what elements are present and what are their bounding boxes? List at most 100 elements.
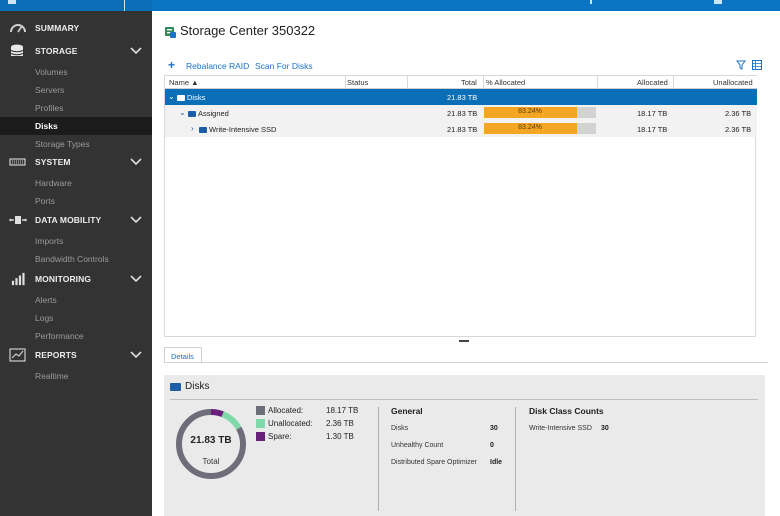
sidebar-item-label: Disks — [35, 121, 58, 131]
sidebar-item-realtime[interactable]: Realtime — [0, 367, 152, 385]
storage-center-icon — [165, 27, 176, 38]
speedometer-icon — [10, 24, 26, 33]
row-name-text: Assigned — [198, 109, 229, 118]
monitoring-icon — [11, 272, 25, 286]
general-key: Distributed Spare Optimizer — [391, 459, 477, 466]
pct-allocated-bar: 83.24% — [484, 107, 596, 118]
column-header-unallocated[interactable]: Unallocated — [713, 78, 753, 87]
sidebar-item-label: Performance — [35, 331, 84, 341]
sidebar-group-summary[interactable]: SUMMARY — [0, 17, 152, 39]
column-divider[interactable] — [597, 76, 598, 89]
sidebar-item-profiles[interactable]: Profiles — [0, 99, 152, 117]
row-unallocated: 2.36 TB — [725, 125, 752, 134]
chevron-down-icon[interactable] — [130, 348, 142, 360]
chevron-right-icon[interactable]: › — [191, 124, 194, 133]
divider — [170, 399, 758, 400]
sidebar-item-servers[interactable]: Servers — [0, 81, 152, 99]
table-row[interactable]: ⌄ Disks 21.83 TB — [165, 89, 757, 105]
table-row[interactable]: › Write-Intensive SSD 21.83 TB 83.24% 18… — [165, 121, 757, 137]
legend-value: 18.17 TB — [326, 406, 359, 415]
chevron-down-icon[interactable]: ⌄ — [168, 92, 175, 101]
chevron-down-icon[interactable] — [130, 213, 142, 225]
row-total: 21.83 TB — [447, 125, 478, 134]
sidebar: SUMMARY STORAGE Volumes Servers Profiles… — [0, 11, 152, 516]
disks-table: Name ▲ Status Total % Allocated Allocate… — [164, 75, 757, 337]
column-header-status[interactable]: Status — [347, 78, 368, 87]
sidebar-item-bandwidth-controls[interactable]: Bandwidth Controls — [0, 250, 152, 268]
sidebar-group-data-mobility[interactable]: DATA MOBILITY — [0, 209, 152, 231]
top-bar-brand-area — [0, 0, 152, 11]
sidebar-item-label: Alerts — [35, 295, 57, 305]
user-icon[interactable] — [714, 0, 722, 4]
donut-total-label: Total — [202, 457, 220, 466]
columns-grid-icon[interactable] — [752, 60, 762, 70]
sidebar-item-hardware[interactable]: Hardware — [0, 174, 152, 192]
panel-resize-handle[interactable] — [459, 340, 469, 342]
plus-icon[interactable]: + — [168, 58, 175, 72]
sidebar-group-reports[interactable]: REPORTS — [0, 344, 152, 366]
column-header-pct-allocated[interactable]: % Allocated — [486, 78, 525, 87]
sidebar-item-logs[interactable]: Logs — [0, 309, 152, 327]
pct-allocated-text: 83.24% — [518, 124, 542, 131]
folder-icon — [188, 111, 196, 117]
database-icon — [10, 44, 24, 56]
sidebar-item-label: Storage Types — [35, 139, 90, 149]
sidebar-item-imports[interactable]: Imports — [0, 232, 152, 250]
legend-label: Unallocated: — [268, 419, 313, 428]
sidebar-group-label: SUMMARY — [35, 23, 80, 33]
row-total: 21.83 TB — [447, 93, 478, 102]
sidebar-group-label: STORAGE — [35, 46, 78, 56]
general-value: 0 — [490, 442, 494, 449]
folder-icon — [199, 127, 207, 133]
column-header-total[interactable]: Total — [461, 78, 477, 87]
chevron-down-icon[interactable] — [130, 44, 142, 56]
column-header-name[interactable]: Name ▲ — [169, 78, 199, 87]
chevron-down-icon[interactable]: ⌄ — [179, 108, 186, 117]
sidebar-group-label: MONITORING — [35, 274, 92, 284]
row-name: Assigned — [188, 109, 229, 118]
reports-icon — [9, 348, 26, 362]
sidebar-group-system[interactable]: SYSTEM — [0, 151, 152, 173]
sidebar-group-label: SYSTEM — [35, 157, 71, 167]
tab-details[interactable]: Details — [164, 347, 202, 363]
column-header-allocated[interactable]: Allocated — [637, 78, 668, 87]
sidebar-group-label: DATA MOBILITY — [35, 215, 102, 225]
table-header: Name ▲ Status Total % Allocated Allocate… — [165, 75, 757, 89]
sidebar-item-alerts[interactable]: Alerts — [0, 291, 152, 309]
top-bar — [0, 0, 780, 11]
disk-class-heading: Disk Class Counts — [529, 406, 604, 416]
general-heading: General — [391, 406, 423, 416]
column-divider[interactable] — [483, 76, 484, 89]
sidebar-item-label: Imports — [35, 236, 64, 246]
row-name: Disks — [177, 93, 205, 102]
notification-icon[interactable] — [590, 0, 592, 4]
filter-icon[interactable] — [736, 60, 746, 70]
sidebar-item-performance[interactable]: Performance — [0, 327, 152, 345]
main-content: Storage Center 350322 + Rebalance RAID S… — [152, 11, 780, 516]
general-value: 30 — [490, 425, 498, 432]
sidebar-group-monitoring[interactable]: MONITORING — [0, 268, 152, 290]
app-menu-icon[interactable] — [8, 0, 16, 4]
sidebar-group-storage[interactable]: STORAGE — [0, 40, 152, 62]
pct-allocated-text: 83.24% — [518, 108, 542, 115]
column-divider[interactable] — [407, 76, 408, 89]
sidebar-item-ports[interactable]: Ports — [0, 192, 152, 210]
disk-class-value: 30 — [601, 425, 609, 432]
rebalance-raid-button[interactable]: Rebalance RAID — [186, 61, 249, 71]
sidebar-item-volumes[interactable]: Volumes — [0, 63, 152, 81]
general-value: Idle — [490, 459, 503, 466]
sidebar-item-disks[interactable]: Disks — [0, 117, 152, 135]
column-divider[interactable] — [345, 76, 346, 89]
sidebar-item-label: Ports — [35, 196, 55, 206]
folder-icon — [170, 383, 181, 391]
legend-label: Allocated: — [268, 406, 304, 415]
row-unallocated: 2.36 TB — [725, 109, 752, 118]
column-divider[interactable] — [673, 76, 674, 89]
divider — [164, 362, 768, 363]
scan-for-disks-button[interactable]: Scan For Disks — [255, 61, 313, 71]
table-row[interactable]: ⌄ Assigned 21.83 TB 83.24% 18.17 TB 2.36… — [165, 105, 757, 121]
row-name: Write-Intensive SSD — [199, 125, 276, 134]
general-key: Unhealthy Count — [391, 442, 444, 449]
chevron-down-icon[interactable] — [130, 155, 142, 167]
chevron-down-icon[interactable] — [130, 272, 142, 284]
